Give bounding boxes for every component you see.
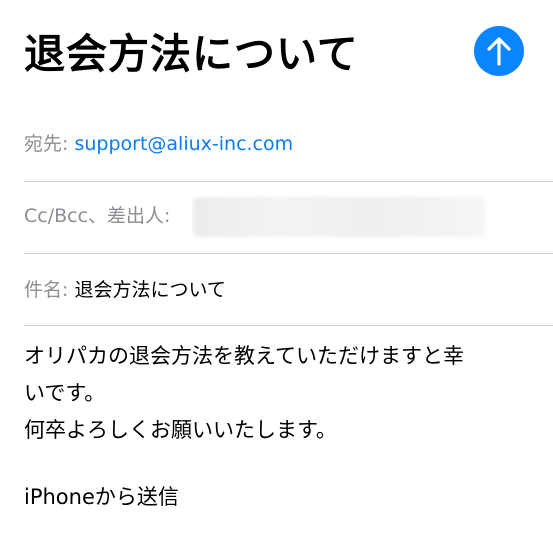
message-body[interactable]: オリパカの退会方法を教えていただけますと幸 いです。 何卒よろしくお願いいたしま…: [24, 338, 534, 449]
compose-title: 退会方法について: [24, 30, 359, 78]
to-label: 宛先:: [24, 133, 69, 155]
body-line: 何卒よろしくお願いいたします。: [24, 418, 337, 442]
cc-bcc-from-label: Cc/Bcc、差出人:: [24, 205, 171, 227]
divider: [24, 181, 553, 182]
body-line: いです。: [24, 381, 106, 405]
subject-value[interactable]: 退会方法について: [74, 279, 225, 301]
mail-compose-view: 退会方法について 宛先: support@aliux-inc.com Cc/Bc…: [0, 0, 553, 539]
subject-field[interactable]: 件名: 退会方法について: [24, 277, 553, 303]
redacted-sender-address: [193, 197, 485, 237]
divider: [24, 253, 553, 254]
to-field[interactable]: 宛先: support@aliux-inc.com: [24, 131, 553, 157]
send-button[interactable]: [474, 26, 524, 76]
arrow-up-icon: [487, 37, 511, 66]
body-line: オリパカの退会方法を教えていただけますと幸: [24, 344, 464, 368]
compose-header: 退会方法について: [24, 26, 553, 86]
divider: [24, 325, 553, 326]
signature: iPhoneから送信: [24, 485, 179, 509]
recipient-address[interactable]: support@aliux-inc.com: [74, 133, 293, 155]
subject-label: 件名:: [24, 279, 69, 301]
